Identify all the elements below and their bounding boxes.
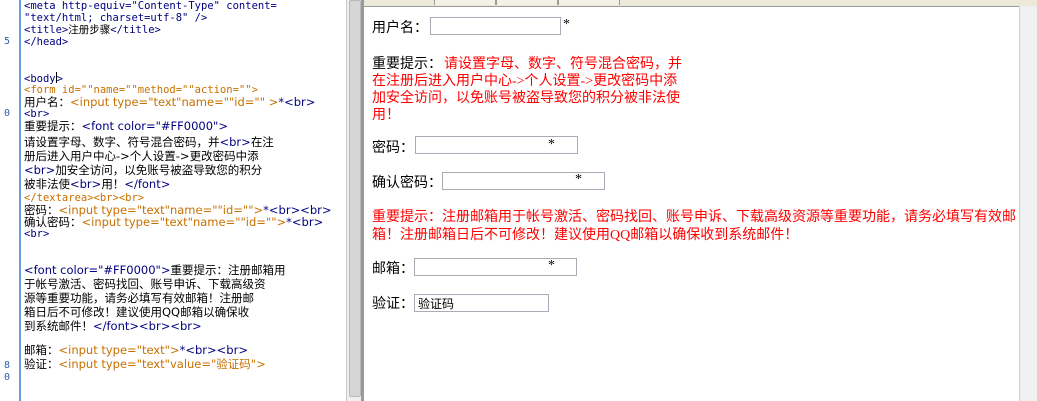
- code-line: 被非法使<br>用！</font>: [24, 177, 171, 191]
- notice1-line: 用！: [372, 108, 400, 123]
- design-preview: 用户名： * 重要提示： 请设置字母、数字、符号混合密码，并 在注册后进入用户中…: [364, 0, 1037, 401]
- document-tab[interactable]: [558, 0, 620, 5]
- code-line: 源等重要功能，请务必填写有效邮箱！注册邮: [24, 291, 254, 305]
- username-input[interactable]: [430, 17, 561, 35]
- notice1-line: 加安全访问，以免账号被盗导致您的积分被非法使: [372, 91, 680, 106]
- password-label: 密码：: [372, 141, 414, 156]
- editor-scrollbar-thumb[interactable]: [349, 0, 361, 397]
- required-star: *: [548, 137, 555, 152]
- code-line: 重要提示：<font color="#FF0000">: [24, 119, 228, 133]
- line-number-gutter: 5 0 8 0: [0, 0, 18, 401]
- editor-scrollbar[interactable]: [346, 0, 362, 401]
- code-line: <title>注册步骤</title>: [24, 24, 161, 36]
- code-line: 邮箱：<input type="text">*<br><br>: [24, 343, 248, 357]
- required-star: *: [548, 258, 555, 273]
- notice2-line: 箱！注册邮箱日后不可修改！建议使用QQ邮箱以确保收到系统邮件！: [372, 228, 799, 243]
- preview-scrollbar[interactable]: [1019, 6, 1037, 401]
- document-tab[interactable]: [434, 0, 496, 5]
- code-line: "text/html; charset=utf-8" />: [24, 12, 208, 24]
- code-line: </head>: [24, 36, 69, 48]
- document-tab[interactable]: [496, 0, 558, 5]
- fold-marker-bar: [19, 0, 21, 401]
- username-label: 用户名：: [372, 21, 428, 36]
- document-tabs: [364, 0, 1037, 7]
- line-number: 0: [4, 108, 11, 119]
- code-line: 到系统邮件！</font><br><br>: [24, 319, 202, 333]
- code-line: 确认密码：<input type="text"name=""id="">*<br…: [24, 215, 324, 229]
- notice2-line: 重要提示：注册邮箱用于帐号激活、密码找回、账号申诉、下载高级资源等重要功能，请务…: [372, 210, 1016, 225]
- required-star: *: [575, 172, 582, 187]
- required-star: *: [563, 17, 570, 32]
- email-label: 邮箱：: [372, 262, 414, 277]
- code-line: <meta http-equiv="Content-Type" content=: [24, 0, 277, 12]
- verify-input[interactable]: [414, 294, 549, 312]
- line-number: 0: [4, 372, 11, 383]
- code-line: 册后进入用户中心->个人设置->更改密码中添: [24, 149, 259, 163]
- code-line: <font color="#FF0000">重要提示：注册邮箱用: [24, 263, 286, 277]
- verify-label: 验证：: [372, 297, 414, 312]
- code-line: 验证：<input type="text"value="验证码">: [24, 357, 266, 371]
- code-line: 于帐号激活、密码找回、账号申诉、下载高级资: [24, 277, 266, 291]
- code-line: 请设置字母、数字、符号混合密码，并<br>在注: [24, 135, 274, 149]
- line-number: 8: [4, 360, 11, 371]
- line-number: 5: [4, 36, 11, 47]
- code-line: <br>: [24, 228, 50, 240]
- code-editor[interactable]: 5 0 8 0 <meta http-equiv="Content-Type" …: [0, 0, 346, 401]
- confirm-password-label: 确认密码：: [372, 176, 442, 191]
- code-line: 箱日后不可修改！建议使用QQ邮箱以确保收: [24, 305, 250, 319]
- code-line: 用户名：<input type="text"name=""id="" >*<br…: [24, 95, 316, 109]
- code-line: <br>加安全访问，以免账号被盗导致您的积分: [24, 163, 263, 177]
